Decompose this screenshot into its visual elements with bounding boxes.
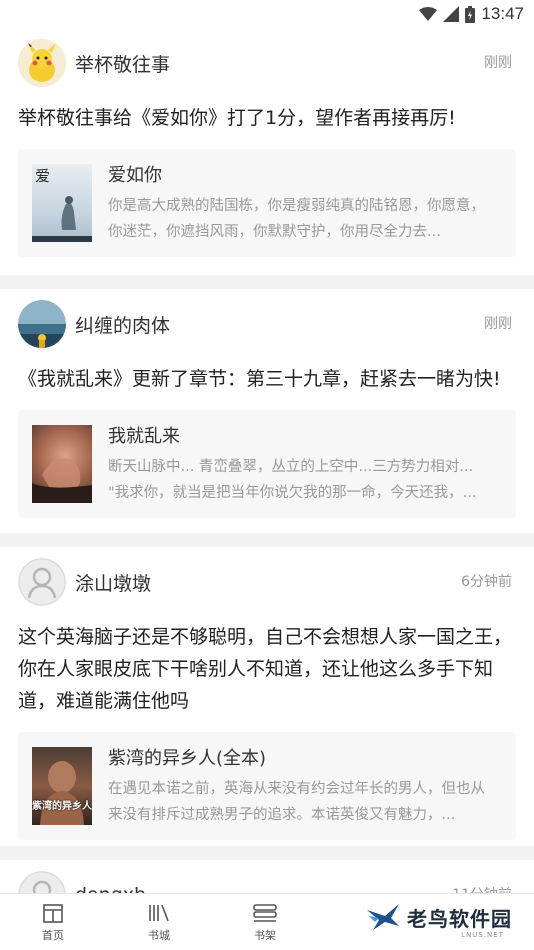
avatar[interactable] bbox=[18, 39, 66, 87]
username[interactable]: 举杯敬往事 bbox=[75, 50, 170, 77]
post-time: 刚刚 bbox=[484, 55, 512, 71]
bookstore-icon bbox=[149, 904, 169, 922]
avatar[interactable] bbox=[18, 300, 66, 348]
cover-title-text: 紫湾的异乡人 bbox=[32, 801, 92, 812]
bookshelf-icon bbox=[253, 904, 277, 922]
activity-message: 举杯敬往事给《爱如你》打了1分，望作者再接再厉! bbox=[18, 107, 456, 129]
activity-message: 这个英海脑子还是不够聪明，自己不会想想人家一国之王，你在人家眼皮底下干啥别人不知… bbox=[18, 626, 513, 712]
nav-bookstore[interactable]: 书城 bbox=[106, 894, 212, 950]
post-time: 6分钟前 bbox=[461, 574, 512, 590]
bird-logo-icon bbox=[367, 904, 399, 930]
signal-icon bbox=[443, 6, 460, 22]
book-card[interactable]: 我就乱来 断天山脉中... 青峦叠翠，丛立的上空中...三方势力相对... "我… bbox=[18, 410, 516, 518]
home-icon bbox=[43, 904, 63, 923]
nav-bookstore-label: 书城 bbox=[148, 929, 170, 942]
book-card[interactable]: 爱 爱如你 你是高大成熟的陆国栋，你是瘦弱纯真的陆铭恩，你愿意，你迷茫，你遮挡风… bbox=[18, 149, 516, 257]
default-avatar[interactable] bbox=[18, 558, 66, 606]
status-time: 13:47 bbox=[481, 4, 524, 23]
cover-title-text: 爱 bbox=[35, 167, 51, 185]
activity-message: 《我就乱来》更新了章节：第三十九章，赶紧去一睹为快! bbox=[18, 368, 501, 390]
feed-card[interactable]: 涂山墩墩 6分钟前 这个英海脑子还是不够聪明，自己不会想想人家一国之王，你在人家… bbox=[0, 547, 534, 846]
activity-feed[interactable]: 举杯敬往事 刚刚 举杯敬往事给《爱如你》打了1分，望作者再接再厉! 爱 爱如你 … bbox=[0, 28, 534, 940]
brand-url: LNUS.NET bbox=[461, 931, 504, 939]
nav-bookshelf-label: 书架 bbox=[254, 929, 276, 942]
card-separator bbox=[0, 533, 534, 547]
card-separator bbox=[0, 846, 534, 860]
post-time: 刚刚 bbox=[484, 316, 512, 332]
nav-home[interactable]: 首页 bbox=[0, 894, 106, 950]
username[interactable]: 涂山墩墩 bbox=[75, 569, 151, 596]
status-bar: 13:47 bbox=[0, 0, 534, 28]
nav-home-label: 首页 bbox=[42, 929, 64, 942]
book-title[interactable]: 我就乱来 bbox=[108, 422, 493, 448]
username[interactable]: 纠缠的肉体 bbox=[75, 311, 170, 338]
nav-bookshelf[interactable]: 书架 bbox=[212, 894, 318, 950]
wifi-icon bbox=[419, 7, 438, 21]
bottom-nav: 首页 书城 书架 老鸟软件园 LNUS.NET bbox=[0, 893, 534, 950]
feed-card[interactable]: 纠缠的肉体 刚刚 《我就乱来》更新了章节：第三十九章，赶紧去一睹为快! 我就乱来… bbox=[0, 289, 534, 533]
book-card[interactable]: 紫湾的异乡人 紫湾的异乡人(全本) 在遇见本诺之前，英海从来没有约会过年长的男人… bbox=[18, 732, 516, 840]
feed-card[interactable]: 举杯敬往事 刚刚 举杯敬往事给《爱如你》打了1分，望作者再接再厉! 爱 爱如你 … bbox=[0, 28, 534, 275]
battery-icon bbox=[465, 5, 476, 23]
book-description: 断天山脉中... 青峦叠翠，丛立的上空中...三方势力相对... "我求你，就当… bbox=[108, 459, 477, 501]
brand-name: 老鸟软件园 bbox=[407, 906, 512, 931]
book-cover[interactable] bbox=[32, 425, 92, 503]
book-description: 你是高大成熟的陆国栋，你是瘦弱纯真的陆铭恩，你愿意，你迷茫，你遮挡风雨，你默默守… bbox=[108, 198, 485, 240]
book-cover[interactable]: 紫湾的异乡人 bbox=[32, 747, 92, 825]
book-description: 在遇见本诺之前，英海从来没有约会过年长的男人，但也从来没有排斥过成熟男子的追求。… bbox=[108, 781, 485, 823]
card-separator bbox=[0, 275, 534, 289]
brand-watermark: 老鸟软件园 bbox=[365, 902, 512, 932]
book-cover[interactable]: 爱 bbox=[32, 164, 92, 242]
book-title[interactable]: 爱如你 bbox=[108, 161, 493, 187]
book-title[interactable]: 紫湾的异乡人(全本) bbox=[108, 744, 493, 770]
